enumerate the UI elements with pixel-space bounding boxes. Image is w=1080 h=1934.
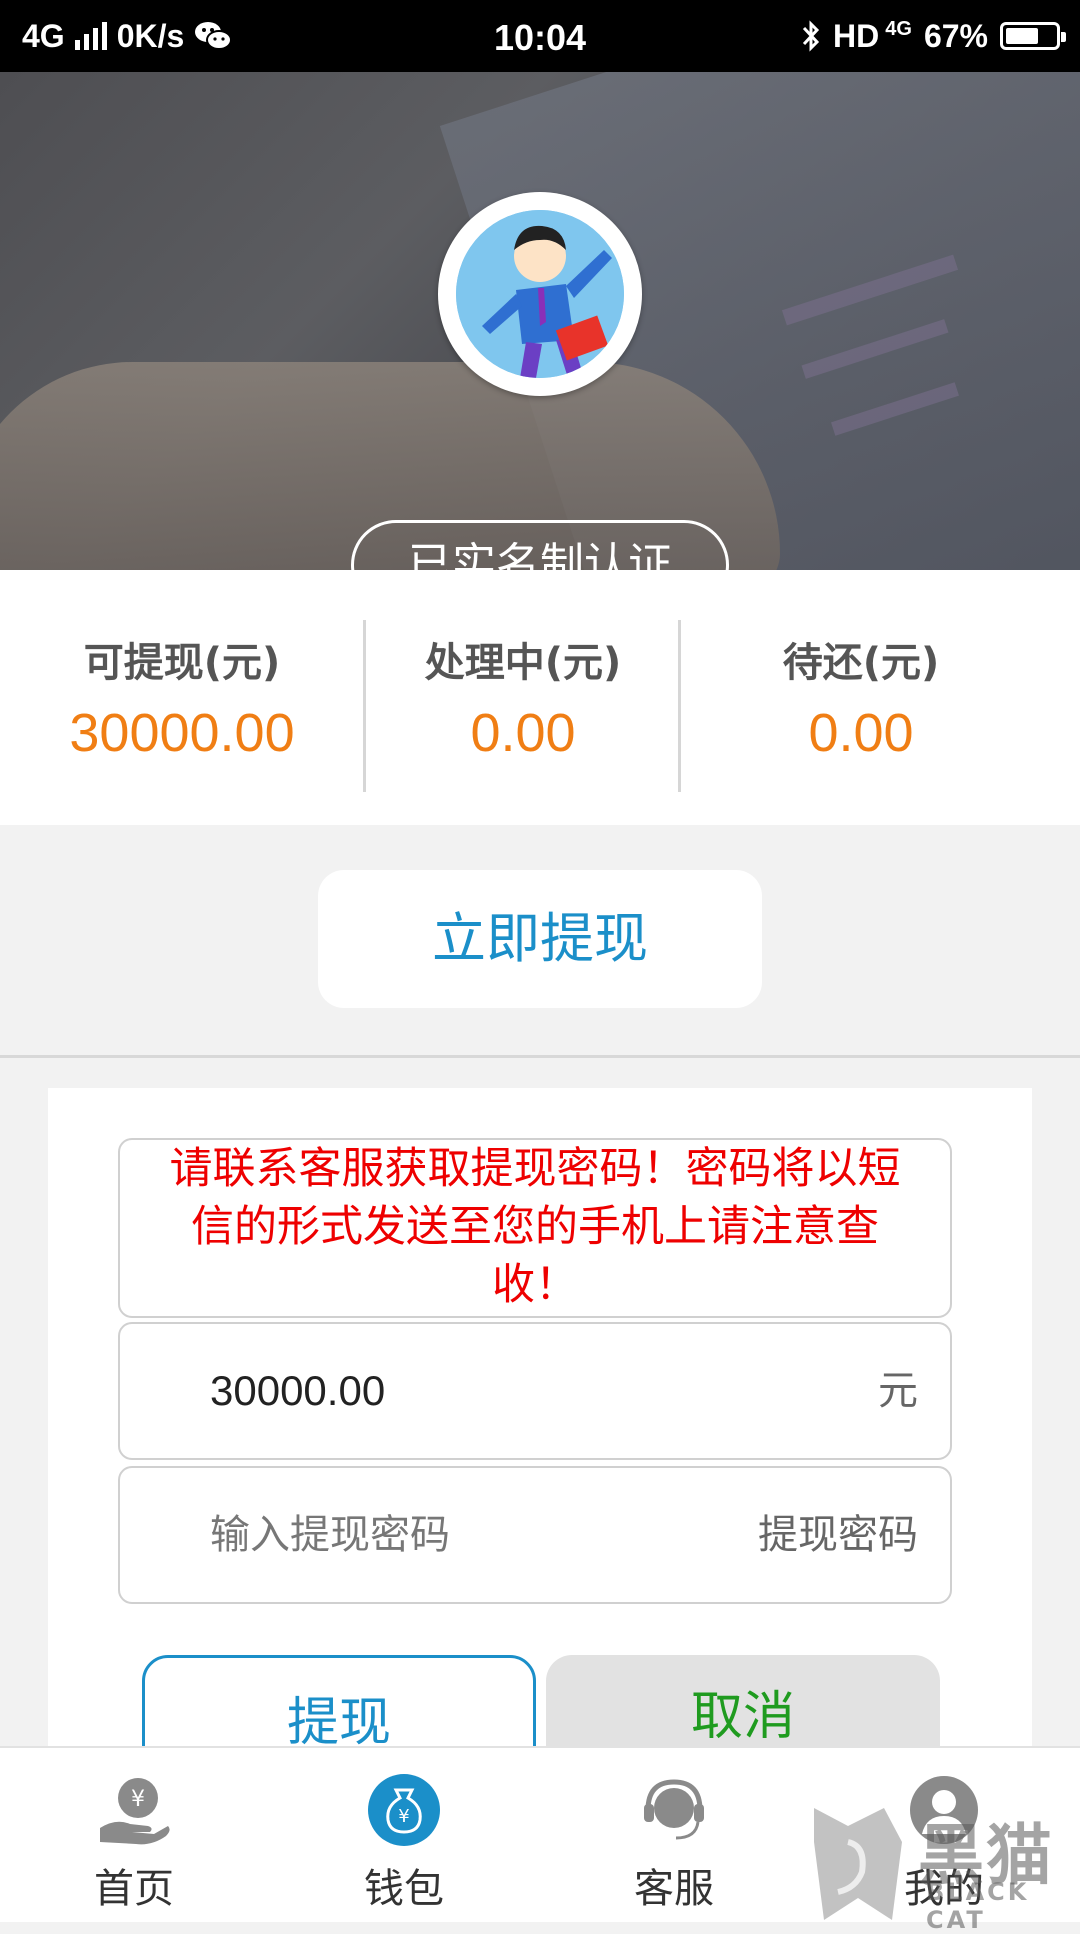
- password-placeholder: 输入提现密码: [210, 1512, 450, 1558]
- customer-service-icon: [644, 1779, 704, 1840]
- amount-unit: 元: [878, 1368, 918, 1414]
- balance-available: 可提现(元) 30000.00: [0, 570, 364, 825]
- tab-wallet[interactable]: ¥ 钱包: [304, 1748, 504, 1922]
- tab-label: 钱包: [364, 1866, 444, 1912]
- avatar[interactable]: [438, 192, 642, 396]
- balance-value: 0.00: [808, 703, 914, 763]
- battery-percent: 67%: [923, 17, 988, 54]
- wallet-icon: ¥: [368, 1774, 440, 1846]
- amount-field[interactable]: 30000.00 元: [118, 1322, 952, 1460]
- svg-text:¥: ¥: [131, 1787, 145, 1812]
- battery-icon: [1000, 22, 1066, 50]
- password-label: 提现密码: [758, 1512, 918, 1558]
- withdraw-dialog: 请联系客服获取提现密码！密码将以短 信的形式发送至您的手机上请注意查 收！ 30…: [48, 1088, 1032, 1805]
- network-type-2: 4G: [885, 17, 912, 40]
- balance-to-repay: 待还(元) 0.00: [681, 570, 1041, 825]
- balance-value: 30000.00: [69, 703, 295, 763]
- balance-summary: 可提现(元) 30000.00 处理中(元) 0.00 待还(元) 0.00: [0, 570, 1080, 825]
- balance-label: 可提现(元): [83, 640, 281, 686]
- status-bar: 4G 0K/s 10:04 HD 4G 67%: [0, 0, 1080, 72]
- cat-logo: [814, 1808, 902, 1920]
- hd-indicator: HD: [833, 17, 880, 54]
- profile-header: 已实名制认证: [0, 72, 1080, 570]
- tab-label: 客服: [634, 1866, 714, 1912]
- black-cat-watermark: 黑猫 BLACK CAT: [808, 1802, 1080, 1934]
- balance-value: 0.00: [470, 703, 576, 763]
- withdraw-now-button[interactable]: 立即提现: [318, 870, 762, 1008]
- tab-label: 首页: [94, 1866, 174, 1912]
- balance-label: 处理中(元): [424, 640, 622, 686]
- withdraw-password-notice: 请联系客服获取提现密码！密码将以短 信的形式发送至您的手机上请注意查 收！: [118, 1138, 952, 1318]
- home-yen-icon: ¥: [100, 1778, 170, 1845]
- notice-line: 请联系客服获取提现密码！密码将以短: [169, 1144, 901, 1194]
- balance-processing: 处理中(元) 0.00: [366, 570, 680, 825]
- withdraw-password-field[interactable]: 输入提现密码 提现密码: [118, 1466, 952, 1604]
- avatar-illustration: [456, 210, 624, 378]
- notice-line: 收！: [492, 1260, 578, 1310]
- section-divider: [0, 1055, 1080, 1058]
- notice-line: 信的形式发送至您的手机上请注意查: [191, 1202, 879, 1252]
- balance-label: 待还(元): [782, 640, 940, 686]
- watermark-en: BLACK CAT: [926, 1878, 1030, 1934]
- svg-text:¥: ¥: [398, 1806, 409, 1827]
- tab-home[interactable]: ¥ 首页: [34, 1748, 234, 1922]
- bluetooth-icon: [802, 20, 820, 52]
- tab-customer-service[interactable]: 客服: [574, 1748, 774, 1922]
- real-name-verified-badge[interactable]: 已实名制认证: [351, 520, 729, 570]
- amount-value: 30000.00: [210, 1367, 386, 1414]
